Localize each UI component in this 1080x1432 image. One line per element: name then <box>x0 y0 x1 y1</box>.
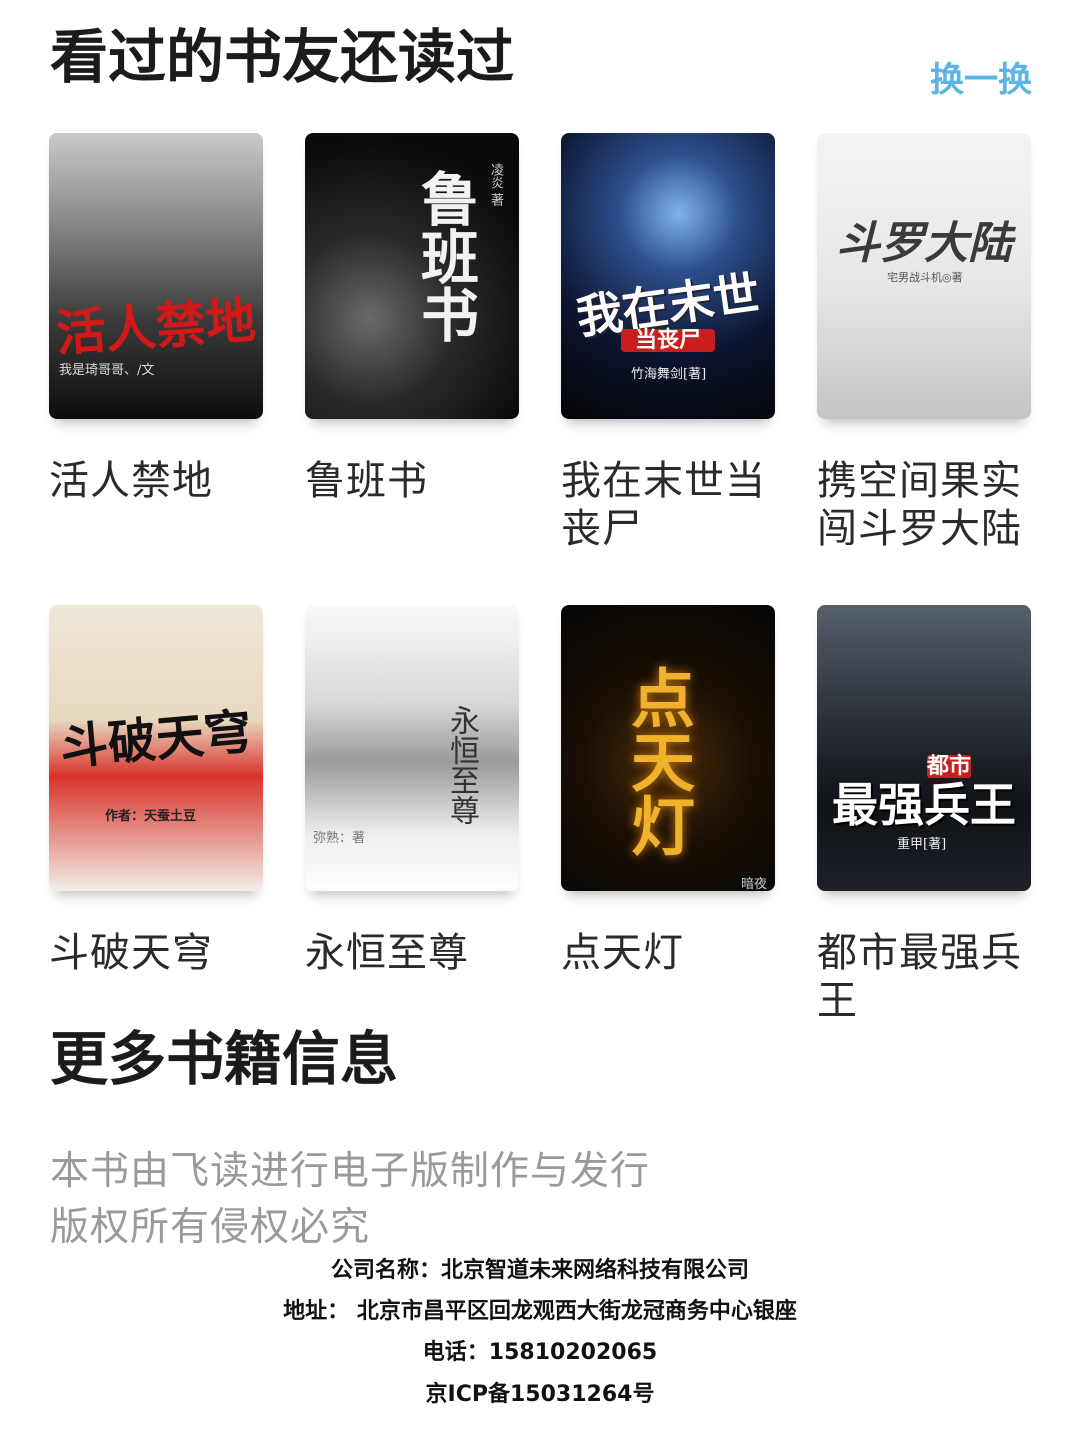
book-card[interactable]: 活人禁地 我是琦哥哥、/文 活人禁地 <box>49 133 265 505</box>
footer-address: 地址： 北京市昌平区回龙观西大街龙冠商务中心银座 <box>283 1299 797 1324</box>
cover-title: 斗罗大陆 <box>836 218 1012 269</box>
footer-icp: 京ICP备15031264号 <box>425 1382 655 1407</box>
cover-title: 点天灯 <box>620 665 695 857</box>
book-cover[interactable]: 斗破天穹 作者：天蚕土豆 <box>49 605 263 891</box>
book-cover[interactable]: 永恒至尊 弥熟：著 <box>305 605 519 891</box>
cover-title: 鲁班书 <box>411 169 479 343</box>
book-cover[interactable]: 活人禁地 我是琦哥哥、/文 <box>49 133 263 419</box>
cover-author: 凌炎 著 <box>488 163 503 207</box>
cover-subtitle: 都市 <box>927 753 972 779</box>
book-card[interactable]: 斗罗大陆 宅男战斗机◎著 携空间果实闯斗罗大陆 <box>817 133 1033 553</box>
cover-author: 宅男战斗机◎著 <box>887 271 963 284</box>
book-title[interactable]: 都市最强兵王 <box>817 929 1033 1025</box>
footer-company: 公司名称：北京智道未来网络科技有限公司 <box>330 1258 749 1283</box>
book-title[interactable]: 鲁班书 <box>305 457 521 505</box>
cover-author: 重甲[著] <box>897 837 947 852</box>
book-title[interactable]: 我在末世当丧尸 <box>561 457 777 553</box>
cover-author: 弥熟：著 <box>313 831 366 846</box>
footer-phone: 电话：15810202065 <box>422 1340 658 1365</box>
cover-title: 斗破天穹 <box>57 703 255 777</box>
section-title-also-read: 看过的书友还读过 <box>50 23 515 91</box>
cover-author: 暗夜 <box>740 877 767 891</box>
book-cover[interactable]: 鲁班书 凌炎 著 <box>305 133 519 419</box>
cover-author: 竹海舞剑[著] <box>631 367 707 382</box>
book-card[interactable]: 都市 最强兵王 重甲[著] 都市最强兵王 <box>817 605 1033 1025</box>
cover-subtitle: 当丧尸 <box>621 328 715 353</box>
cover-title: 永恒至尊 <box>444 705 479 825</box>
book-title[interactable]: 活人禁地 <box>49 457 265 505</box>
description-line: 本书由飞读进行电子版制作与发行 <box>50 1149 651 1194</box>
book-card[interactable]: 斗破天穹 作者：天蚕土豆 斗破天穹 <box>49 605 265 977</box>
cover-title: 最强兵王 <box>832 778 1016 832</box>
book-cover[interactable]: 我在末世 当丧尸 竹海舞剑[著] <box>561 133 775 419</box>
section-title-more-info: 更多书籍信息 <box>50 1025 399 1093</box>
book-title[interactable]: 点天灯 <box>561 929 777 977</box>
refresh-button[interactable]: 换一换 <box>930 52 1032 101</box>
book-card[interactable]: 点天灯 暗夜 点天灯 <box>561 605 777 977</box>
book-cover[interactable]: 斗罗大陆 宅男战斗机◎著 <box>817 133 1031 419</box>
book-cover[interactable]: 点天灯 暗夜 <box>561 605 775 891</box>
cover-title: 活人禁地 <box>54 290 258 363</box>
book-card[interactable]: 永恒至尊 弥熟：著 永恒至尊 <box>305 605 521 977</box>
book-title[interactable]: 永恒至尊 <box>305 929 521 977</box>
book-card[interactable]: 鲁班书 凌炎 著 鲁班书 <box>305 133 521 505</box>
book-title[interactable]: 携空间果实闯斗罗大陆 <box>817 457 1033 553</box>
cover-author: 我是琦哥哥、/文 <box>59 363 155 378</box>
book-title[interactable]: 斗破天穹 <box>49 929 265 977</box>
cover-author: 作者：天蚕土豆 <box>105 809 197 824</box>
book-card[interactable]: 我在末世 当丧尸 竹海舞剑[著] 我在末世当丧尸 <box>561 133 777 553</box>
book-cover[interactable]: 都市 最强兵王 重甲[著] <box>817 605 1031 891</box>
description-line: 版权所有侵权必究 <box>50 1205 371 1250</box>
